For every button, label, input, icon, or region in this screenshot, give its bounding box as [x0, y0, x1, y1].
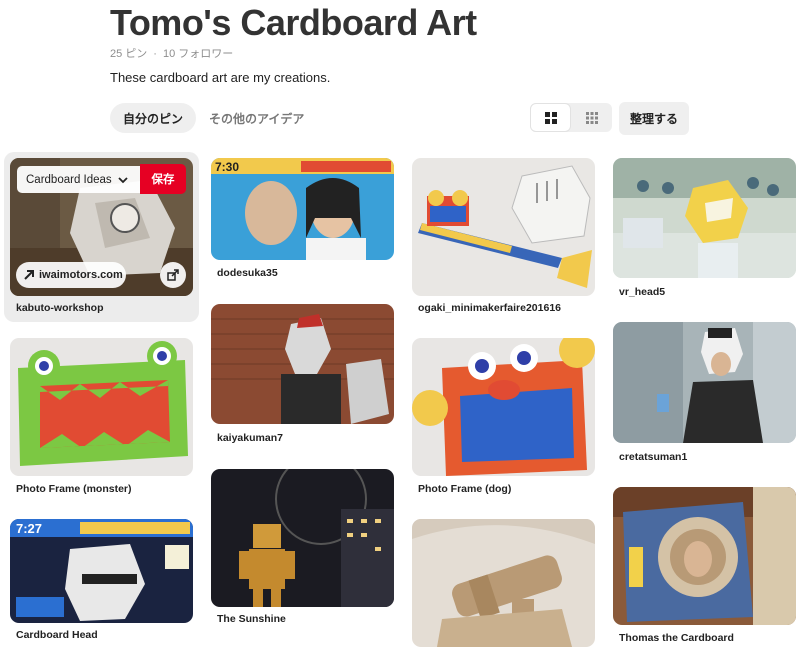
- pin-photo: [613, 487, 796, 625]
- pins-count[interactable]: 25 ピン: [110, 48, 147, 60]
- pin-caption[interactable]: Thomas the Cardboard: [619, 632, 734, 644]
- pin-image-photo-frame-dog[interactable]: [412, 338, 595, 476]
- grid-small-view-button[interactable]: [571, 103, 612, 132]
- pin-image-cardboard-model[interactable]: [412, 519, 595, 647]
- tab-more-ideas[interactable]: その他のアイデア: [196, 103, 317, 133]
- pin-caption[interactable]: The Sunshine: [217, 613, 286, 625]
- pin-photo: 7:27: [10, 519, 193, 623]
- pin-photo: 7:30: [211, 158, 394, 260]
- pin-image-dodesuka35[interactable]: 7:30: [211, 158, 394, 260]
- pin-caption[interactable]: Cardboard Head: [16, 629, 98, 641]
- tv-clock-text: 7:30: [215, 160, 239, 174]
- arrow-up-right-icon: [24, 270, 34, 280]
- pin-photo: [412, 519, 595, 647]
- pin-photo: [10, 338, 193, 476]
- grid-large-icon: [544, 111, 557, 124]
- pin-image-thomas-the-cardboard[interactable]: [613, 487, 796, 625]
- save-button[interactable]: 保存: [140, 164, 186, 194]
- pin-photo: [412, 158, 595, 296]
- board-stats: 25 ピン · 10 フォロワー: [110, 45, 233, 61]
- organize-button[interactable]: 整理する: [619, 102, 689, 135]
- board-title: Tomo's Cardboard Art: [110, 2, 477, 43]
- grid-small-icon: [585, 111, 598, 124]
- followers-count[interactable]: 10 フォロワー: [163, 48, 233, 60]
- view-toggle: [530, 103, 612, 132]
- pin-photo: [613, 322, 796, 443]
- pin-photo: [211, 469, 394, 607]
- pin-caption[interactable]: kaiyakuman7: [217, 432, 283, 444]
- board-select-dropdown[interactable]: Cardboard Ideas: [17, 166, 140, 193]
- pin-image-cardboard-head[interactable]: 7:27: [10, 519, 193, 623]
- pin-image-the-sunshine[interactable]: [211, 469, 394, 607]
- pin-image-ogaki[interactable]: [412, 158, 595, 296]
- pin-caption[interactable]: cretatsuman1: [619, 451, 687, 463]
- tab-my-pins[interactable]: 自分のピン: [110, 103, 197, 133]
- pin-photo: [613, 158, 796, 278]
- share-button[interactable]: [160, 262, 186, 288]
- grid-large-view-button[interactable]: [530, 103, 571, 132]
- board-select-value: Cardboard Ideas: [26, 173, 112, 186]
- pin-caption[interactable]: ogaki_minimakerfaire201616: [418, 302, 561, 314]
- pin-caption[interactable]: kabuto-workshop: [16, 302, 104, 314]
- pin-caption[interactable]: dodesuka35: [217, 267, 278, 279]
- source-link-button[interactable]: iwaimotors.com: [16, 262, 126, 288]
- pin-caption[interactable]: Photo Frame (monster): [16, 483, 132, 495]
- share-icon: [167, 269, 179, 281]
- tv-clock-text: 7:27: [16, 521, 42, 536]
- board-description: These cardboard art are my creations.: [110, 70, 331, 85]
- pin-image-cretatsuman1[interactable]: [613, 322, 796, 443]
- pin-photo: [412, 338, 595, 476]
- pin-image-vr-head5[interactable]: [613, 158, 796, 278]
- pin-caption[interactable]: vr_head5: [619, 286, 665, 298]
- pin-image-photo-frame-monster[interactable]: [10, 338, 193, 476]
- board-tabs: 自分のピン その他のアイデア: [110, 103, 317, 133]
- pin-photo: [211, 304, 394, 424]
- source-link-domain: iwaimotors.com: [39, 269, 123, 281]
- pin-image-kaiyakuman7[interactable]: [211, 304, 394, 424]
- pin-caption[interactable]: Photo Frame (dog): [418, 483, 511, 495]
- chevron-down-icon: [118, 176, 128, 183]
- separator-dot: ·: [153, 48, 157, 60]
